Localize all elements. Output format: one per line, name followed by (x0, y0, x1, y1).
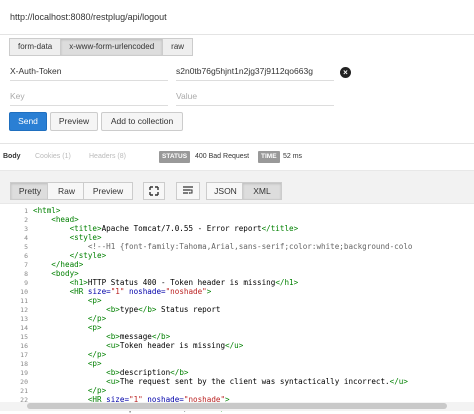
tab-form-data[interactable]: form-data (9, 38, 62, 56)
raw-button[interactable]: Raw (47, 182, 86, 200)
url-bar[interactable]: http://localhost:8080/restplug/api/logou… (0, 0, 474, 35)
pretty-button[interactable]: Pretty (10, 182, 50, 200)
horizontal-scrollbar[interactable] (0, 402, 474, 411)
status-badge: STATUS (159, 151, 191, 163)
preview-view-button[interactable]: Preview (83, 182, 133, 200)
status-value: 400 Bad Request (195, 153, 250, 160)
preview-button[interactable]: Preview (50, 112, 98, 131)
body-type-tabs: form-data x-www-form-urlencoded raw (9, 38, 194, 56)
wrap-lines-icon[interactable] (176, 182, 200, 200)
header-value-input[interactable]: s2n0tb76g5hjnt1n2jg37j9112qo663g (176, 62, 334, 81)
value-placeholder-input[interactable]: Value (176, 87, 334, 106)
response-code-view[interactable]: 1 <html> 2 <head> 3 <title>Apache Tomcat/7.… (0, 206, 474, 413)
response-toolbar: Pretty Raw Preview JSON XML (0, 170, 474, 204)
tab-headers[interactable]: Headers (8) (89, 153, 126, 160)
tab-x-www-form-urlencoded[interactable]: x-www-form-urlencoded (60, 38, 164, 56)
remove-row-icon[interactable]: × (340, 67, 351, 78)
tab-raw[interactable]: raw (162, 38, 194, 56)
tab-body[interactable]: Body (3, 153, 21, 160)
time-value: 52 ms (283, 153, 303, 160)
divider (0, 143, 474, 144)
json-button[interactable]: JSON (206, 182, 245, 200)
key-placeholder-input[interactable]: Key (10, 87, 168, 106)
xml-button[interactable]: XML (242, 182, 282, 200)
send-button[interactable]: Send (9, 112, 47, 131)
url-input[interactable]: http://localhost:8080/restplug/api/logou… (10, 12, 167, 22)
add-to-collection-button[interactable]: Add to collection (101, 112, 183, 131)
header-key-input[interactable]: X-Auth-Token (10, 62, 168, 81)
tab-cookies[interactable]: Cookies (1) (35, 153, 71, 160)
fullscreen-icon[interactable] (143, 182, 165, 200)
time-badge: TIME (258, 151, 280, 163)
scrollbar-thumb[interactable] (27, 403, 447, 409)
